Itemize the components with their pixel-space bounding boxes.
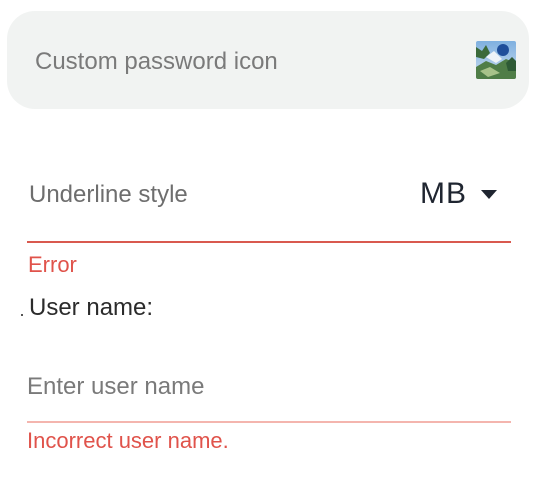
underline-error-text: Error [28,252,77,277]
stray-dot [21,314,23,316]
underline-style-label: Underline style [29,181,188,208]
landscape-image-icon[interactable] [476,41,516,79]
custom-password-field[interactable]: Custom password icon [7,11,529,109]
user-name-label: User name: [29,294,154,321]
unit-dropdown[interactable]: MB [420,174,497,214]
caret-down-icon [481,189,497,199]
user-name-input[interactable] [27,356,511,423]
underline-style-field[interactable]: Underline style MB [27,160,511,243]
user-name-error-text: Incorrect user name. [27,428,229,453]
password-placeholder: Custom password icon [35,48,278,75]
unit-value: MB [420,177,467,210]
